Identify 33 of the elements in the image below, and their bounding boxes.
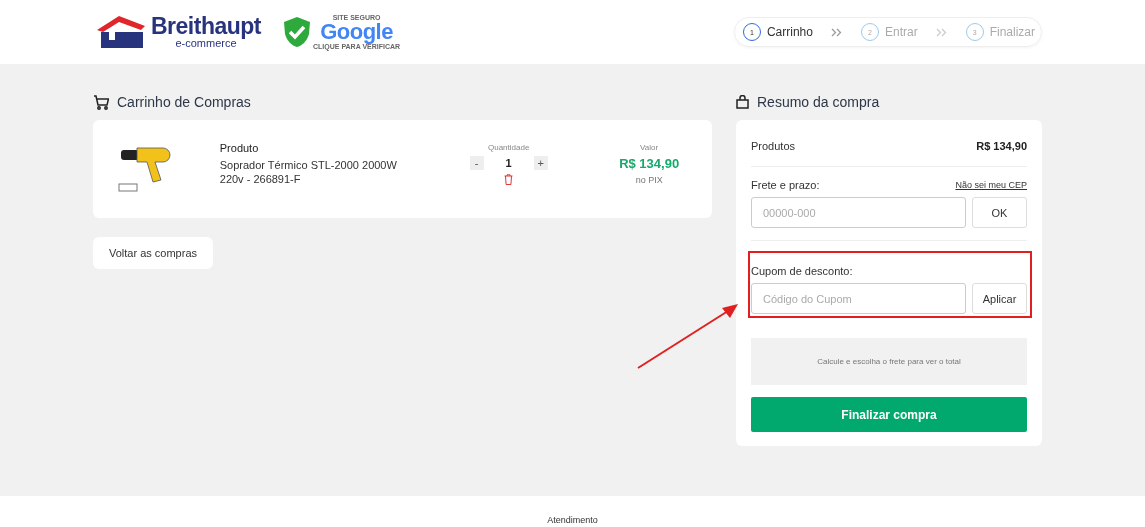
- bag-icon: [736, 95, 749, 109]
- decrement-button[interactable]: -: [469, 156, 484, 170]
- price-note: no PIX: [635, 175, 663, 185]
- shield-check-icon: [283, 16, 311, 48]
- trash-icon[interactable]: [504, 174, 514, 185]
- chevron-icon: [935, 27, 948, 37]
- quantity-value: 1: [505, 157, 512, 169]
- coupon-label: Cupom de desconto:: [751, 265, 854, 277]
- chevron-icon: [830, 27, 843, 37]
- unknown-cep-link[interactable]: Não sei meu CEP: [955, 180, 1027, 190]
- product-name: Soprador Térmico STL-2000 2000W 220v - 266891-F: [219, 158, 398, 186]
- products-value: R$ 134,90: [976, 140, 1027, 152]
- footer-heading: Atendimento: [547, 515, 598, 526]
- ok-button[interactable]: OK: [972, 197, 1027, 228]
- total-note: Calcule e escolha o frete para ver o total: [751, 338, 1027, 385]
- brand-tagline: e-commerce: [175, 38, 237, 49]
- price: R$ 134,90: [619, 156, 680, 171]
- cart-icon: [93, 94, 109, 110]
- product-label: Produto: [219, 142, 260, 154]
- section-title: Resumo da compra: [757, 94, 880, 110]
- badge-name: Google: [320, 21, 393, 43]
- house-logo-icon: [95, 14, 147, 50]
- value-label: Valor: [640, 143, 659, 152]
- quantity-label: Quantidade: [487, 143, 530, 152]
- brand-name: Breithaupt: [151, 15, 261, 38]
- section-title: Carrinho de Compras: [117, 94, 251, 110]
- back-button[interactable]: Voltar as compras: [93, 237, 213, 269]
- products-label: Produtos: [751, 140, 796, 152]
- coupon-input[interactable]: Código do Cupom: [751, 283, 966, 314]
- increment-button[interactable]: +: [533, 156, 548, 170]
- shipping-label: Frete e prazo:: [751, 179, 820, 191]
- cep-input[interactable]: 00000-000: [751, 197, 966, 228]
- apply-button[interactable]: Aplicar: [972, 283, 1027, 314]
